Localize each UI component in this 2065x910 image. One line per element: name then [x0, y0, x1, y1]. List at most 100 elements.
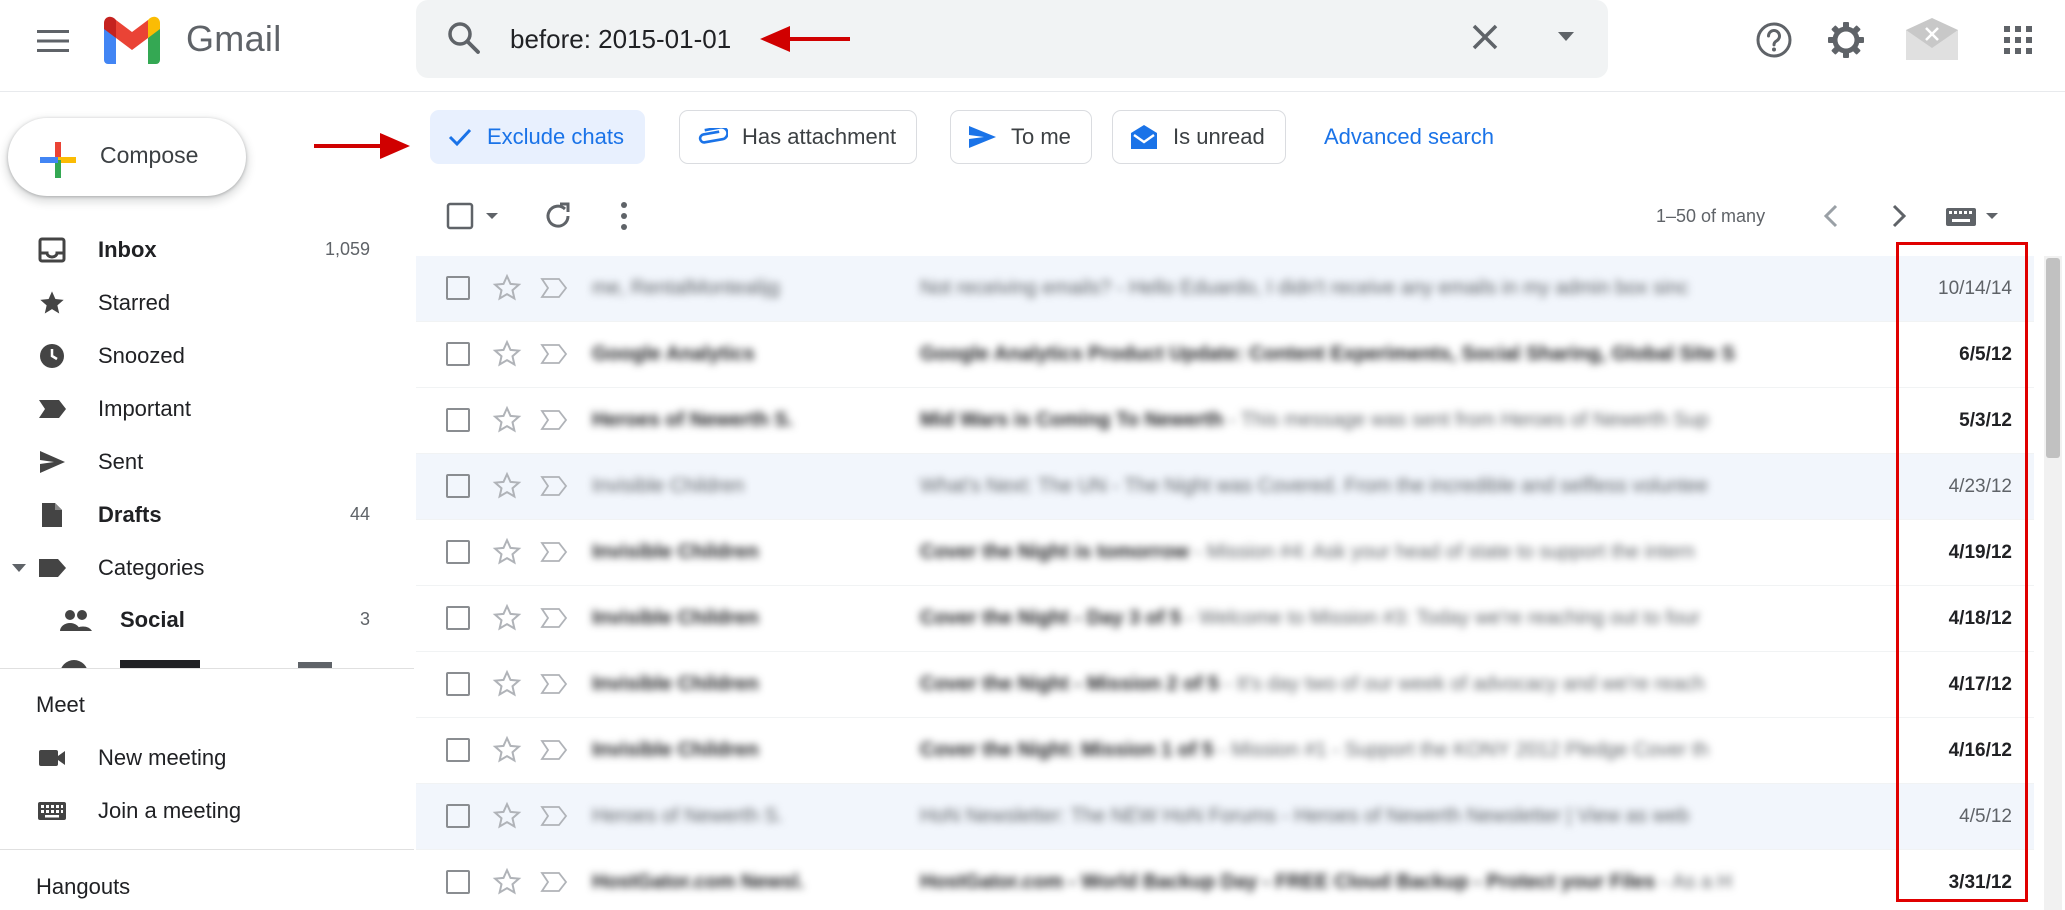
sidebar-item-sent[interactable]: Sent: [0, 436, 400, 488]
refresh-button[interactable]: [542, 196, 574, 236]
email-sender: me, RentalMontealijg: [592, 277, 780, 299]
important-marker-icon[interactable]: [540, 409, 568, 431]
select-all-checkbox[interactable]: [446, 196, 506, 236]
keyboard-icon: [1946, 208, 1998, 226]
sidebar-item-cutoff[interactable]: [60, 660, 340, 668]
email-row[interactable]: Invisible Children Cover the Night is tom…: [416, 520, 2034, 586]
sidebar-item-social[interactable]: Social 3: [0, 594, 400, 644]
chip-exclude-chats[interactable]: Exclude chats: [430, 110, 645, 164]
new-meeting-button[interactable]: New meeting: [0, 732, 400, 784]
select-checkbox-icon: [446, 202, 498, 230]
join-meeting-button[interactable]: Join a meeting: [0, 785, 400, 837]
important-marker-icon[interactable]: [540, 277, 568, 299]
star-icon[interactable]: [492, 867, 522, 897]
important-marker-icon[interactable]: [540, 541, 568, 563]
important-marker-icon[interactable]: [540, 607, 568, 629]
sidebar-item-snoozed[interactable]: Snoozed: [0, 330, 400, 382]
chip-has-attachment[interactable]: Has attachment: [679, 110, 918, 164]
email-snippet: - It's day two of our week of advocacy a…: [1218, 673, 1705, 695]
draft-icon: [42, 503, 62, 527]
chip-to-me[interactable]: To me: [950, 110, 1092, 164]
sidebar-item-label: Sent: [98, 449, 144, 474]
important-marker-icon[interactable]: [540, 739, 568, 761]
expand-caret-icon[interactable]: [12, 564, 26, 572]
row-checkbox[interactable]: [446, 804, 470, 828]
star-icon[interactable]: [492, 603, 522, 633]
star-icon[interactable]: [492, 669, 522, 699]
important-marker-icon[interactable]: [540, 673, 568, 695]
check-icon: [448, 128, 472, 147]
row-checkbox[interactable]: [446, 672, 470, 696]
star-icon[interactable]: [492, 471, 522, 501]
row-checkbox[interactable]: [446, 540, 470, 564]
keyboard-icon: [38, 802, 66, 820]
sidebar-item-count: 44: [349, 504, 370, 524]
settings-button[interactable]: [1822, 16, 1870, 64]
search-bar[interactable]: [416, 0, 1608, 78]
list-scrollbar-thumb[interactable]: [2046, 258, 2060, 458]
row-checkbox[interactable]: [446, 276, 470, 300]
sidebar-item-label: Important: [98, 396, 191, 421]
row-checkbox[interactable]: [446, 342, 470, 366]
row-checkbox[interactable]: [446, 408, 470, 432]
more-vert-icon: [621, 202, 627, 230]
star-icon: [40, 291, 64, 314]
email-row[interactable]: Heroes of Newerth S. Mid Wars is Coming T…: [416, 388, 2034, 454]
email-row[interactable]: me, RentalMontealijg Not receiving emails…: [416, 256, 2034, 322]
sidebar-item-inbox[interactable]: Inbox 1,059: [0, 224, 400, 276]
email-subject-line: Not receiving emails? - Hello Eduardo, I…: [920, 277, 1980, 300]
star-icon[interactable]: [492, 801, 522, 831]
important-marker-icon[interactable]: [540, 871, 568, 893]
search-options-button[interactable]: [1554, 24, 1578, 48]
star-icon[interactable]: [492, 339, 522, 369]
pagination-text: 1–50 of many: [1656, 206, 1766, 226]
sidebar-item-label: Starred: [98, 290, 171, 315]
email-snippet: - Mission #4: Ask your head of state to …: [1188, 541, 1695, 563]
gmail-logo-icon[interactable]: [100, 14, 164, 64]
email-snippet: - As a H: [1655, 871, 1733, 893]
email-subject: What's Next: The UN: [920, 475, 1107, 497]
search-input[interactable]: [510, 18, 1210, 60]
row-checkbox[interactable]: [446, 474, 470, 498]
more-actions-button[interactable]: [614, 196, 634, 236]
star-icon[interactable]: [492, 273, 522, 303]
row-checkbox[interactable]: [446, 738, 470, 762]
sidebar-item-categories[interactable]: Categories: [0, 542, 400, 594]
clear-search-button[interactable]: [1468, 20, 1502, 54]
email-date: 4/23/12: [1948, 476, 2012, 497]
email-row[interactable]: Google Analytics Google Analytics Product…: [416, 322, 2034, 388]
email-row[interactable]: Heroes of Newerth S. HoN Newsletter: The …: [416, 784, 2034, 850]
star-icon[interactable]: [492, 537, 522, 567]
main-menu-button[interactable]: [30, 18, 76, 64]
star-icon[interactable]: [492, 405, 522, 435]
compose-button[interactable]: Compose: [8, 118, 246, 196]
star-icon[interactable]: [492, 735, 522, 765]
newer-page-button[interactable]: [1886, 196, 1910, 236]
advanced-search-link[interactable]: Advanced search: [1324, 124, 1494, 150]
row-checkbox[interactable]: [446, 870, 470, 894]
email-row[interactable]: Invisible Children Cover the Night - Day …: [416, 586, 2034, 652]
email-row[interactable]: HostGator.com Newsl. HostGator.com - Worl…: [416, 850, 2034, 910]
older-page-button[interactable]: [1820, 196, 1844, 236]
email-subject-line: Cover the Night is tomorrow - Mission #4…: [920, 541, 1980, 564]
important-marker-icon[interactable]: [540, 805, 568, 827]
sidebar-item-starred[interactable]: Starred: [0, 277, 400, 329]
email-row[interactable]: Invisible Children Cover the Night: Missi…: [416, 718, 2034, 784]
email-date: 4/17/12: [1948, 674, 2012, 695]
email-row[interactable]: Invisible Children Cover the Night - Miss…: [416, 652, 2034, 718]
sidebar-item-important[interactable]: Important: [0, 383, 400, 435]
email-subject: Google Analytics Product Update: Content…: [920, 343, 1735, 365]
sidebar-item-drafts[interactable]: Drafts 44: [0, 489, 400, 541]
important-marker-icon[interactable]: [540, 475, 568, 497]
email-subject-line: HostGator.com - World Backup Day - FREE …: [920, 871, 1980, 894]
account-button[interactable]: [1904, 16, 1960, 64]
important-marker-icon[interactable]: [540, 343, 568, 365]
google-apps-button[interactable]: [1994, 16, 2042, 64]
support-button[interactable]: [1750, 16, 1798, 64]
row-checkbox[interactable]: [446, 606, 470, 630]
new-meeting-label: New meeting: [98, 745, 227, 770]
input-tools-button[interactable]: [1944, 196, 2004, 236]
email-row[interactable]: Invisible Children What's Next: The UN - …: [416, 454, 2034, 520]
chip-is-unread[interactable]: Is unread: [1112, 110, 1286, 164]
search-button[interactable]: [446, 20, 482, 56]
